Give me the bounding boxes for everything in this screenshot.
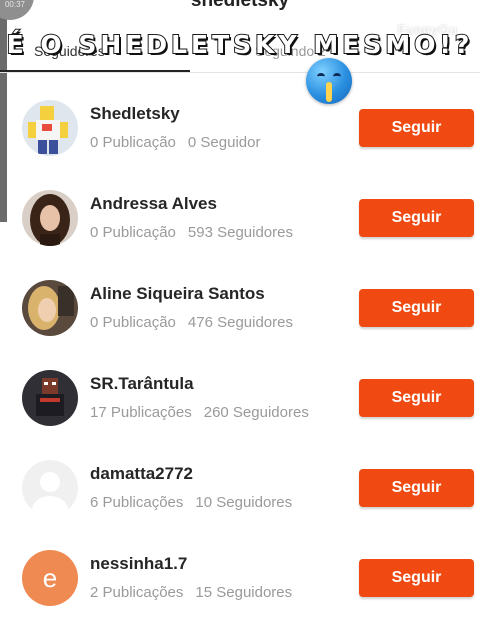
follower-count: 10 Seguidores	[195, 494, 293, 511]
follow-button[interactable]: Seguir	[359, 559, 474, 597]
follower-count: 15 Seguidores	[195, 584, 293, 601]
follower-stats: 17 Publicações 260 Seguidores	[90, 404, 309, 421]
follower-name[interactable]: damatta2772	[90, 464, 193, 484]
follower-name[interactable]: Aline Siqueira Santos	[90, 284, 265, 304]
follow-button[interactable]: Seguir	[359, 199, 474, 237]
meme-caption: É O SHEDLETSKY MESMO!?	[6, 29, 474, 60]
post-count: 0 Publicação	[90, 224, 176, 241]
avatar[interactable]	[22, 100, 78, 156]
post-count: 17 Publicações	[90, 404, 192, 421]
follower-stats: 6 Publicações 10 Seguidores	[90, 494, 292, 511]
list-item: Shedletsky 0 Publicação 0 Seguidor Seguir	[0, 82, 480, 172]
follow-button[interactable]: Seguir	[359, 379, 474, 417]
page-title: shedletsky	[190, 0, 290, 11]
follower-name[interactable]: Andressa Alves	[90, 194, 217, 214]
follower-count: 260 Seguidores	[203, 404, 309, 421]
tab-divider	[0, 72, 480, 73]
follower-count: 476 Seguidores	[187, 314, 293, 331]
list-item: Andressa Alves 0 Publicação 593 Seguidore…	[0, 172, 480, 262]
letter-avatar[interactable]: e	[22, 550, 78, 606]
follower-name[interactable]: nessinha1.7	[90, 554, 187, 574]
follower-name[interactable]: SR.Tarântula	[90, 374, 194, 394]
follower-count: 0 Seguidor	[187, 134, 261, 151]
follower-stats: 0 Publicação 593 Seguidores	[90, 224, 293, 241]
follower-stats: 0 Publicação 476 Seguidores	[90, 314, 293, 331]
list-item: damatta2772 6 Publicações 10 Seguidores S…	[0, 442, 480, 532]
default-avatar-icon[interactable]	[22, 460, 78, 516]
follower-name[interactable]: Shedletsky	[90, 104, 180, 124]
follow-button[interactable]: Seguir	[359, 109, 474, 147]
avatar[interactable]	[22, 280, 78, 336]
follower-count: 593 Seguidores	[187, 224, 293, 241]
follow-button[interactable]: Seguir	[359, 289, 474, 327]
list-item: SR.Tarântula 17 Publicações 260 Seguidore…	[0, 352, 480, 442]
list-item: Aline Siqueira Santos 0 Publicação 476 Se…	[0, 262, 480, 352]
post-count: 2 Publicações	[90, 584, 184, 601]
avatar[interactable]	[22, 370, 78, 426]
avatar[interactable]	[22, 190, 78, 246]
follower-stats: 0 Publicação 0 Seguidor	[90, 134, 260, 151]
post-count: 6 Publicações	[90, 494, 184, 511]
list-item: e nessinha1.7 2 Publicações 15 Seguidores…	[0, 532, 480, 622]
follower-stats: 2 Publicações 15 Seguidores	[90, 584, 292, 601]
post-count: 0 Publicação	[90, 134, 176, 151]
post-count: 0 Publicação	[90, 314, 176, 331]
follow-button[interactable]: Seguir	[359, 469, 474, 507]
